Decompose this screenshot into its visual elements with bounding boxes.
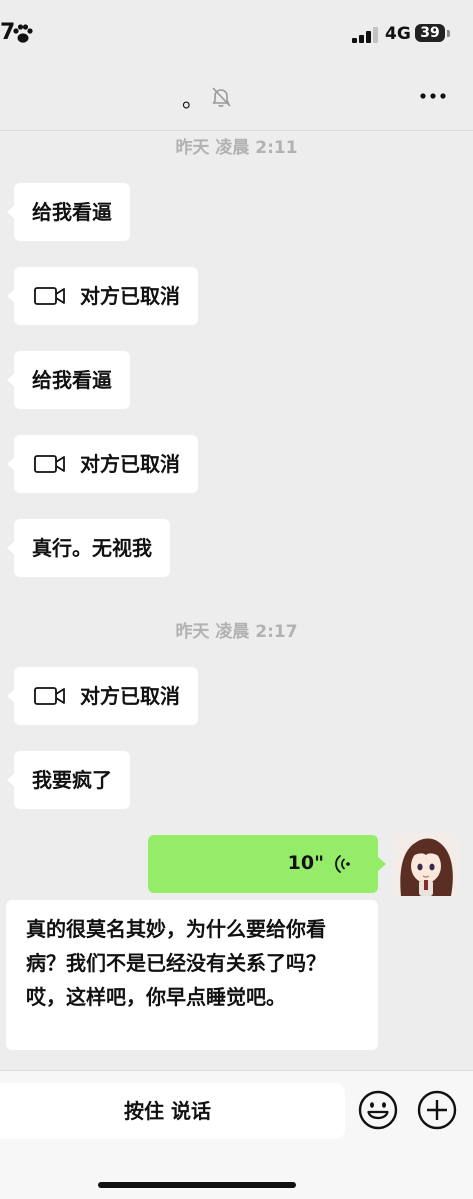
message-bubble[interactable]: 真行。无视我 bbox=[7, 519, 170, 577]
call-status-text: 对方已取消 bbox=[80, 284, 180, 308]
voice-wave-icon bbox=[335, 855, 350, 873]
call-status-text: 对方已取消 bbox=[80, 452, 180, 476]
paw-icon bbox=[13, 24, 33, 43]
smiley-icon[interactable] bbox=[358, 1090, 398, 1130]
video-camera-icon bbox=[34, 687, 65, 705]
video-camera-icon bbox=[34, 455, 65, 473]
network-type: 4G bbox=[385, 24, 411, 44]
input-bar: 按住 说话 bbox=[0, 1070, 473, 1199]
plus-circle-icon[interactable] bbox=[417, 1090, 457, 1130]
message-bubble[interactable]: 给我看逼 bbox=[7, 351, 130, 409]
battery-tip bbox=[447, 30, 450, 37]
home-indicator[interactable] bbox=[98, 1182, 296, 1188]
bell-muted-icon bbox=[212, 87, 231, 107]
status-bar: 7 4G 39 bbox=[0, 0, 473, 66]
voice-duration: 10" bbox=[287, 852, 324, 874]
call-status-text: 对方已取消 bbox=[80, 684, 180, 708]
avatar[interactable] bbox=[393, 834, 459, 896]
signal-icon bbox=[352, 27, 378, 43]
timestamp: 昨天 凌晨 2:17 bbox=[175, 622, 298, 642]
chat-title[interactable]: 。 bbox=[182, 82, 204, 114]
message-bubble[interactable]: 给我看逼 bbox=[7, 183, 130, 241]
nav-bar: 。 bbox=[0, 66, 473, 131]
timestamp: 昨天 凌晨 2:11 bbox=[175, 138, 298, 158]
video-camera-icon bbox=[34, 287, 65, 305]
hold-to-talk-button[interactable]: 按住 说话 bbox=[0, 1083, 345, 1139]
chat-screen: 7 4G 39 。 昨天 凌晨 2:11 给我看逼 对方已取消 给我看逼 对方已… bbox=[0, 0, 473, 1199]
message-bubble[interactable]: 我要疯了 bbox=[7, 751, 130, 809]
avatar-image bbox=[393, 834, 459, 896]
more-icon[interactable] bbox=[418, 84, 448, 108]
video-call-bubble[interactable]: 对方已取消 bbox=[7, 667, 198, 725]
battery-indicator: 39 bbox=[415, 24, 445, 42]
video-call-bubble[interactable]: 对方已取消 bbox=[7, 435, 198, 493]
message-bubble-long[interactable]: 真的很莫名其妙，为什么要给你看病？我们不是已经没有关系了吗？哎，这样吧，你早点睡… bbox=[6, 900, 378, 1050]
voice-message-bubble[interactable]: 10" bbox=[148, 835, 386, 893]
video-call-bubble[interactable]: 对方已取消 bbox=[7, 267, 198, 325]
